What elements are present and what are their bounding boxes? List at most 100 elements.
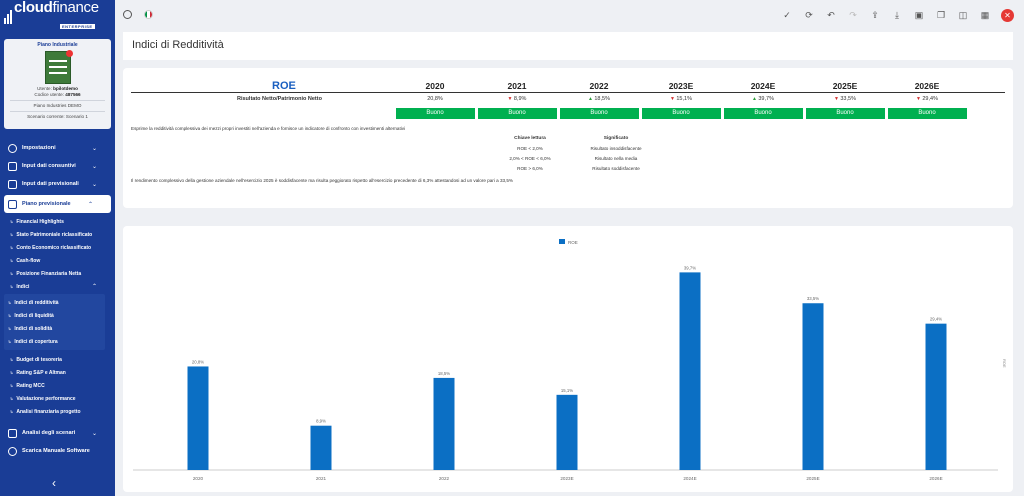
x-tick-label: 2022 — [439, 476, 450, 481]
chart-bar — [802, 303, 824, 470]
sidebar-item-input-consuntivi[interactable]: Input dati consuntivi ⌄ — [0, 157, 115, 175]
sidebar-item-impostazioni[interactable]: Impostazioni ⌄ — [0, 139, 115, 157]
sidebar-item-scarica-manuale[interactable]: Scarica Manuale Software — [0, 442, 115, 460]
roe-value-cell: ▼ 33,5% — [834, 96, 856, 102]
bar-data-label: 8,9% — [316, 419, 326, 424]
year-header: 2021 — [507, 81, 527, 91]
page-title: Indici di Redditività — [132, 39, 224, 51]
bar-data-label: 29,4% — [930, 317, 942, 322]
sidebar-item-piano-previsionale[interactable]: Piano previsionale ⌃ — [4, 195, 111, 213]
submenu-item-rating-mcc[interactable]: ↳ Rating MCC — [10, 379, 115, 392]
indicator-description: Esprime la redditività complessiva dei m… — [131, 126, 406, 131]
arrow-icon: ↳ — [8, 313, 12, 318]
row-label: Risultato Netto/Patrimonio Netto — [237, 96, 322, 102]
app-logo[interactable]: cloudfinance ENTERPRISE — [0, 0, 115, 34]
upload-icon[interactable]: ⇪ — [869, 10, 881, 21]
bar-data-label: 15,1% — [561, 388, 573, 393]
sidebar-menu: Impostazioni ⌄ Input dati consuntivi ⌄ Inp… — [0, 139, 115, 460]
card-title: Piano Industriale — [37, 42, 78, 48]
top-toolbar: ✓ ⟳ ↶ ↷ ⇪ ⤓ ▣ ❐ ◫ ▦ ✕ — [115, 0, 1024, 34]
indici-submenu: ↳ Indici di redditività ↳ Indici di liquid… — [4, 294, 105, 350]
arrow-icon: ↳ — [10, 370, 14, 375]
submenu-item-indici[interactable]: ↳ Indici ⌃ — [10, 280, 115, 293]
smiley-icon[interactable] — [123, 10, 132, 19]
y-axis-label: ROE — [1002, 359, 1007, 368]
save-icon[interactable]: ▣ — [913, 10, 925, 21]
chart-bar — [310, 425, 332, 470]
year-header: 2022 — [589, 81, 609, 91]
rating-badge: Buono — [723, 108, 803, 119]
submenu-item-conto-economico[interactable]: ↳ Conto Economico riclassificato — [10, 241, 115, 254]
sidebar-item-input-previsionali[interactable]: Input dati previsionali ⌄ — [0, 175, 115, 193]
rating-badge: Buono — [641, 108, 721, 119]
key-cell: ROE > 6,0% — [517, 166, 543, 171]
year-header: 2020 — [425, 81, 445, 91]
download-icon[interactable]: ⤓ — [891, 10, 903, 21]
redo-icon[interactable]: ↷ — [847, 10, 859, 21]
rating-badge: Buono — [559, 108, 639, 119]
bar-chart-icon — [8, 199, 17, 209]
chart-bar — [187, 366, 209, 470]
grid-icon[interactable]: ▦ — [979, 10, 991, 21]
book-icon — [8, 428, 17, 438]
company-name: Piano Industries DEMO — [33, 103, 82, 108]
year-header: 2026E — [914, 81, 940, 91]
legend-label: ROE — [568, 240, 578, 245]
chevron-down-icon: ⌄ — [91, 430, 97, 437]
submenu-item-financial-highlights[interactable]: ↳ Financial Highlights — [10, 215, 115, 228]
check-icon[interactable]: ✓ — [781, 10, 793, 21]
arrow-icon: ↳ — [10, 219, 14, 224]
bar-data-label: 20,8% — [192, 359, 204, 364]
roe-value-cell: 20,8% — [427, 96, 443, 102]
submenu-item-copertura[interactable]: ↳ Indici di copertura — [8, 335, 105, 348]
submenu-item-redditivita[interactable]: ↳ Indici di redditività — [8, 296, 105, 309]
roe-value-cell: ▼ 15,1% — [670, 96, 692, 102]
arrow-icon: ↳ — [10, 357, 14, 362]
copy-icon[interactable]: ❐ — [935, 10, 947, 21]
logo-subtitle: ENTERPRISE — [60, 24, 95, 29]
edit-icon — [8, 161, 17, 171]
chart-bar — [925, 323, 947, 470]
x-tick-label: 2024E — [683, 476, 696, 481]
submenu-item-budget-tesoreria[interactable]: ↳ Budget di tesoreria — [10, 353, 115, 366]
collapse-sidebar-icon[interactable]: ‹ — [52, 476, 56, 490]
submenu-item-cash-flow[interactable]: ↳ Cash-flow — [10, 254, 115, 267]
legend-swatch — [559, 239, 565, 244]
roe-chart-panel: ROE ROE 20,8% 2020 8,9% 2021 18,5% 2022 15,1% 202… — [123, 226, 1013, 492]
chevron-down-icon: ⌄ — [91, 181, 97, 188]
rating-badge: Buono — [887, 108, 967, 119]
x-tick-label: 2025E — [806, 476, 819, 481]
arrow-icon: ↳ — [10, 258, 14, 263]
undo-icon[interactable]: ↶ — [825, 10, 837, 21]
meaning-cell: Risultato insoddisfacente — [590, 146, 642, 151]
roe-value-cell: ▼ 29,4% — [916, 96, 938, 102]
sidebar: cloudfinance ENTERPRISE Piano Industrial… — [0, 0, 115, 496]
submenu-item-analisi-progetto[interactable]: ↳ Analisi finanziaria progetto — [10, 405, 115, 418]
submenu-item-rating-sp[interactable]: ↳ Rating S&P e Altman — [10, 366, 115, 379]
italy-flag-icon[interactable] — [144, 10, 153, 19]
key-header: Chiave lettura — [514, 136, 546, 141]
arrow-icon: ↳ — [10, 232, 14, 237]
arrow-icon: ↳ — [8, 326, 12, 331]
rating-badge: Buono — [805, 108, 885, 119]
summary-text: Il rendimento complessivo della gestione… — [131, 178, 513, 183]
submenu-item-liquidita[interactable]: ↳ Indici di liquidità — [8, 309, 105, 322]
submenu-item-pfn[interactable]: ↳ Posizione Finanziaria Netta — [10, 267, 115, 280]
close-icon[interactable]: ✕ — [1001, 9, 1014, 22]
chevron-down-icon: ⌄ — [91, 163, 97, 170]
logo-text-light: finance — [52, 0, 100, 16]
submenu-item-solidita[interactable]: ↳ Indici di solidità — [8, 322, 105, 335]
roe-table-panel: ROE Risultato Netto/Patrimonio Netto Esp… — [123, 68, 1013, 208]
rating-badge: Buono — [395, 108, 475, 119]
title-panel: Indici di Redditività — [123, 32, 1013, 60]
sidebar-item-analisi-scenari[interactable]: Analisi degli scenari ⌄ — [0, 424, 115, 442]
piano-submenu-2: ↳ Budget di tesoreria ↳ Rating S&P e Altma… — [0, 353, 115, 418]
key-cell: ROE < 2,0% — [517, 146, 543, 151]
arrow-icon: ↳ — [10, 383, 14, 388]
badge-tag-icon — [65, 50, 73, 57]
x-tick-label: 2026E — [929, 476, 942, 481]
columns-icon[interactable]: ◫ — [957, 10, 969, 21]
refresh-icon[interactable]: ⟳ — [803, 10, 815, 21]
submenu-item-stato-patrimoniale[interactable]: ↳ Stato Patrimoniale riclassificato — [10, 228, 115, 241]
submenu-item-valutazione[interactable]: ↳ Valutazione performance — [10, 392, 115, 405]
